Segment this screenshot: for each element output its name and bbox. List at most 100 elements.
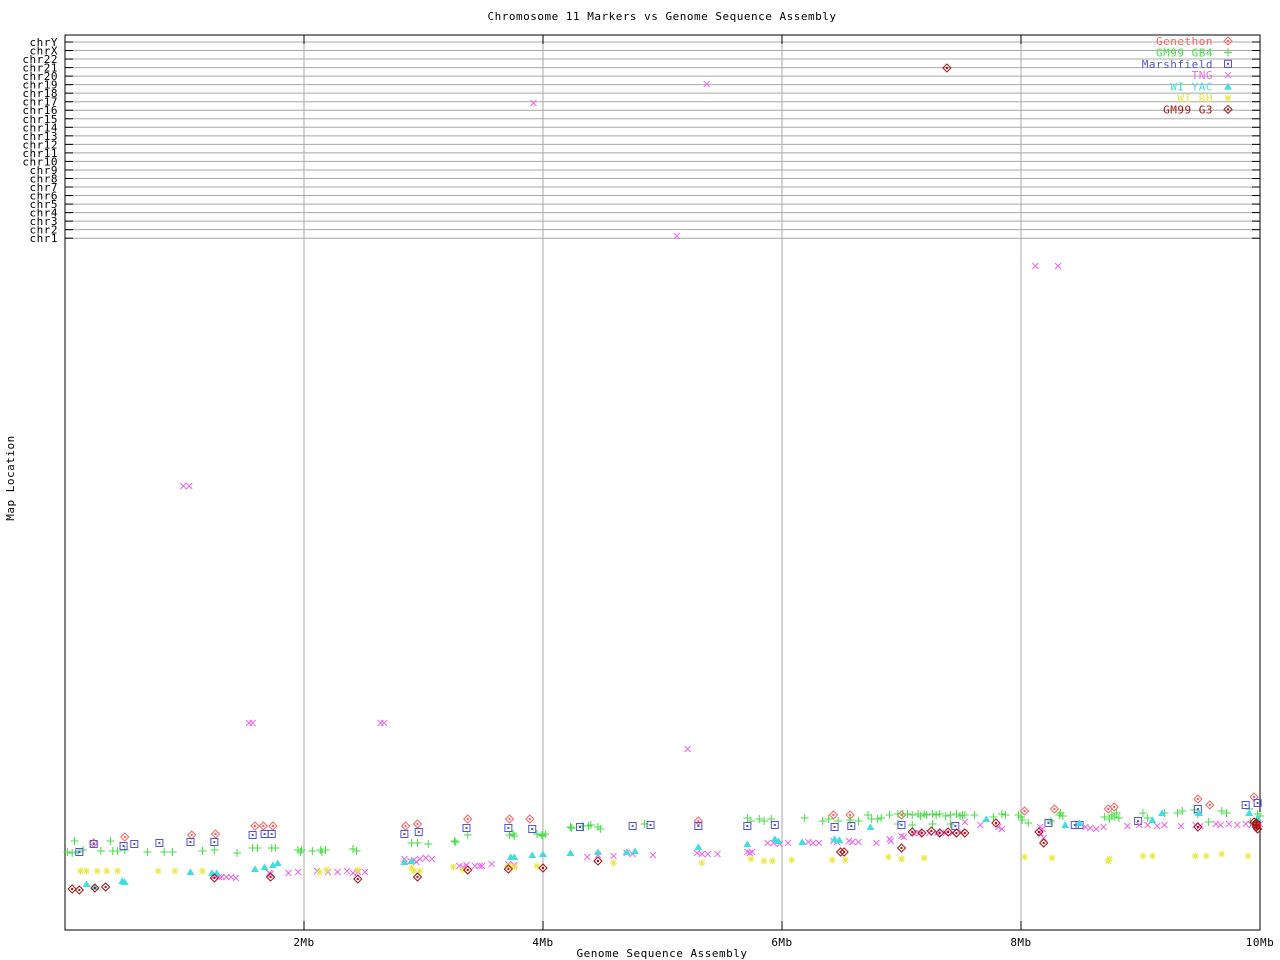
data-point	[649, 851, 657, 859]
data-point	[567, 824, 576, 832]
data-point	[854, 817, 863, 825]
y-axis-title: Map Location	[4, 435, 17, 520]
data-point	[714, 850, 721, 858]
data-point	[800, 814, 809, 822]
data-point	[743, 822, 752, 830]
data-point	[815, 839, 823, 847]
data-point	[428, 855, 436, 863]
data-point	[885, 811, 894, 819]
data-point	[77, 867, 85, 875]
data-point	[920, 854, 928, 862]
data-point	[317, 848, 326, 856]
data-point	[622, 848, 631, 855]
data-point	[67, 884, 77, 894]
data-point	[251, 865, 260, 872]
data-point	[185, 482, 193, 490]
series-genethon	[88, 792, 1259, 848]
data-point	[1202, 852, 1210, 860]
data-point	[743, 840, 752, 847]
data-point	[528, 825, 537, 833]
data-point	[1241, 801, 1250, 809]
data-point	[96, 847, 105, 855]
data-point	[267, 830, 276, 838]
data-point	[866, 823, 875, 830]
data-point	[449, 863, 457, 871]
data-point	[928, 810, 937, 818]
data-point	[828, 856, 836, 864]
data-point	[155, 839, 164, 847]
data-point	[746, 849, 754, 857]
data-point	[1049, 804, 1060, 814]
data-point	[1086, 824, 1094, 832]
data-point	[1148, 852, 1156, 860]
data-point	[897, 821, 906, 829]
series-gm99-g3	[67, 63, 1263, 895]
data-point	[343, 867, 351, 875]
data-point	[463, 814, 473, 824]
data-point	[1001, 811, 1010, 819]
data-point	[1100, 823, 1107, 831]
data-point	[788, 856, 796, 864]
data-point	[694, 822, 703, 830]
data-point	[631, 847, 640, 854]
data-point	[488, 860, 495, 868]
data-point	[1191, 852, 1199, 860]
data-point	[168, 848, 177, 856]
data-point	[1173, 809, 1182, 817]
series-tng	[179, 80, 1264, 882]
data-point	[900, 833, 908, 841]
data-point	[258, 821, 269, 831]
data-point	[130, 840, 139, 848]
data-point	[348, 845, 357, 853]
data-point	[1242, 820, 1250, 828]
data-point	[1177, 822, 1185, 830]
data-point	[160, 848, 169, 856]
y-axis-label: chr1	[30, 232, 59, 245]
data-point	[260, 830, 269, 838]
legend-marker	[1223, 36, 1233, 46]
data-point	[698, 850, 706, 858]
data-point	[855, 838, 862, 846]
data-point	[1055, 811, 1064, 819]
data-point	[693, 816, 704, 826]
data-point	[610, 859, 618, 867]
data-point	[1075, 819, 1084, 826]
data-point	[946, 811, 955, 819]
data-point	[908, 811, 917, 819]
data-point	[946, 820, 955, 828]
data-point	[186, 868, 195, 875]
data-point	[818, 817, 827, 825]
data-point	[1019, 806, 1030, 816]
data-point	[1218, 850, 1226, 858]
data-point	[539, 850, 547, 857]
data-point	[285, 869, 292, 877]
data-point	[1021, 853, 1029, 861]
data-point	[248, 831, 257, 839]
data-point	[186, 838, 195, 846]
data-point	[210, 846, 219, 854]
data-point	[504, 814, 515, 824]
data-point	[1138, 809, 1147, 817]
data-point	[764, 839, 772, 847]
data-point	[412, 819, 423, 829]
data-point	[593, 848, 602, 855]
data-point	[755, 815, 764, 823]
data-point	[528, 851, 537, 858]
legend-marker	[1224, 59, 1232, 68]
data-point	[877, 814, 886, 822]
data-point	[70, 837, 79, 845]
data-point	[809, 839, 817, 847]
series-marshfield	[75, 799, 1262, 856]
data-point	[898, 855, 905, 863]
data-point	[250, 821, 260, 831]
data-point	[83, 867, 91, 875]
data-point	[1244, 852, 1252, 860]
data-point	[103, 867, 111, 875]
legend-marker	[1224, 71, 1232, 79]
data-point	[268, 821, 278, 831]
x-axis-label: 10Mb	[1246, 936, 1275, 949]
data-point	[537, 831, 546, 839]
data-point	[884, 853, 892, 861]
chart-title: Chromosome 11 Markers vs Genome Sequence…	[487, 10, 836, 23]
data-point	[210, 838, 219, 846]
